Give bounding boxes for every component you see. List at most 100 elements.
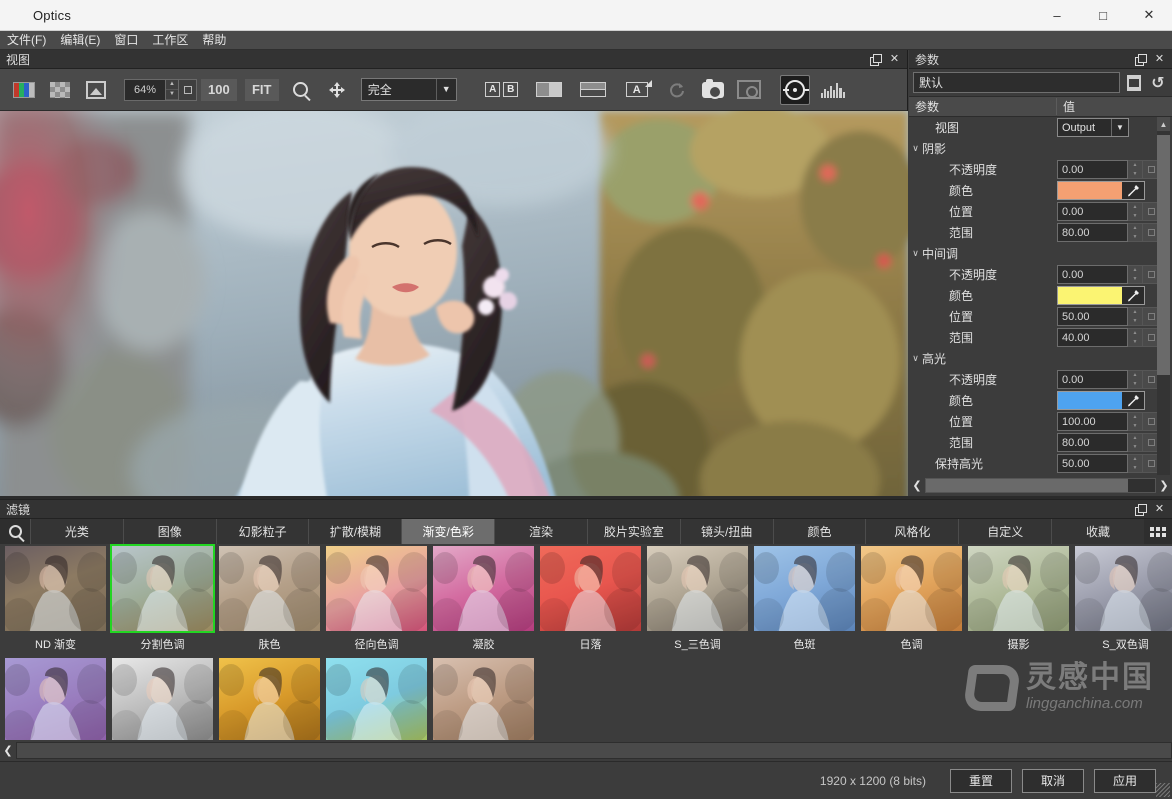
filter-tab[interactable]: 渲染: [494, 519, 587, 544]
param-row[interactable]: 范围 80.00 ▲ ▼: [909, 222, 1172, 243]
filter-thumbnail[interactable]: 色斑: [752, 544, 857, 654]
filter-thumbnail-image[interactable]: [859, 544, 964, 633]
zoom-100-button[interactable]: 100: [201, 78, 237, 101]
filter-tab[interactable]: 图像: [122, 519, 216, 544]
param-number-value[interactable]: 100.00: [1057, 412, 1128, 431]
pan-icon[interactable]: [322, 75, 352, 105]
search-icon[interactable]: [0, 519, 30, 544]
color-swatch[interactable]: [1058, 182, 1122, 199]
filter-thumbnail[interactable]: S_三色调: [645, 544, 750, 654]
filter-thumbnail[interactable]: 分割色调: [110, 544, 215, 654]
filter-thumbnail[interactable]: 肤色: [217, 544, 322, 654]
param-row[interactable]: 范围 40.00 ▲ ▼: [909, 327, 1172, 348]
params-vertical-scrollbar[interactable]: ▲ ▼: [1157, 117, 1170, 493]
param-row[interactable]: ∨ 中间调: [909, 243, 1172, 264]
filter-thumbnail[interactable]: [3, 656, 108, 745]
number-field[interactable]: 0.00 ▲ ▼: [1057, 160, 1160, 179]
param-row[interactable]: 不透明度 0.00 ▲ ▼: [909, 159, 1172, 180]
param-row[interactable]: 位置 100.00 ▲ ▼: [909, 411, 1172, 432]
filter-thumbnail[interactable]: ND 渐变: [3, 544, 108, 654]
param-row[interactable]: ∨ 高光: [909, 348, 1172, 369]
param-row[interactable]: 视图 Output ▼: [909, 117, 1172, 138]
eyedropper-icon[interactable]: [1122, 182, 1144, 199]
scroll-right-icon[interactable]: ❯: [1156, 476, 1172, 495]
hscroll-track[interactable]: [925, 478, 1156, 493]
filter-thumbnail[interactable]: [217, 656, 322, 745]
param-number-value[interactable]: 0.00: [1057, 202, 1128, 221]
viewer-close-icon[interactable]: ✕: [888, 53, 901, 66]
filter-tab[interactable]: 颜色: [772, 519, 866, 544]
param-number-value[interactable]: 80.00: [1057, 433, 1128, 452]
number-stepper[interactable]: ▲ ▼: [1128, 412, 1143, 431]
filters-scroll-left-icon[interactable]: ❮: [0, 741, 16, 759]
number-field[interactable]: 80.00 ▲ ▼: [1057, 223, 1160, 242]
param-row[interactable]: ∨ 阴影: [909, 138, 1172, 159]
chevron-down-icon[interactable]: ∨: [909, 143, 922, 154]
number-field[interactable]: 50.00 ▲ ▼: [1057, 307, 1160, 326]
params-close-icon[interactable]: ✕: [1153, 53, 1166, 66]
split-horizontal-icon[interactable]: [574, 75, 612, 105]
chevron-down-icon[interactable]: ∨: [909, 248, 922, 259]
number-stepper[interactable]: ▲ ▼: [1128, 160, 1143, 179]
zoom-stepper[interactable]: ▲ ▼: [165, 79, 178, 100]
cancel-button[interactable]: 取消: [1022, 768, 1084, 793]
param-row[interactable]: 范围 80.00 ▲ ▼: [909, 432, 1172, 453]
filters-horizontal-scrollbar[interactable]: ❮: [0, 740, 1172, 760]
number-stepper[interactable]: ▲ ▼: [1128, 454, 1143, 473]
target-icon[interactable]: [779, 74, 810, 105]
number-field[interactable]: 0.00 ▲ ▼: [1057, 265, 1160, 284]
filter-thumbnail-image[interactable]: [538, 544, 643, 633]
param-row[interactable]: 保持高光 50.00 ▲ ▼: [909, 453, 1172, 474]
filters-hscroll-track[interactable]: [16, 741, 1172, 759]
number-stepper[interactable]: ▲ ▼: [1128, 328, 1143, 347]
fit-mode-select[interactable]: 完全 ▼: [360, 78, 457, 101]
filter-tab[interactable]: 渐变/色彩: [401, 519, 495, 544]
close-button[interactable]: ✕: [1126, 0, 1172, 31]
zoom-field[interactable]: 64% ▲ ▼: [124, 78, 197, 101]
split-vertical-icon[interactable]: [530, 75, 568, 105]
filter-tab[interactable]: 幻影粒子: [215, 519, 309, 544]
number-field[interactable]: 50.00 ▲ ▼: [1057, 454, 1160, 473]
chevron-down-icon[interactable]: ∨: [909, 353, 922, 364]
number-stepper[interactable]: ▲ ▼: [1128, 223, 1143, 242]
eyedropper-icon[interactable]: [1122, 392, 1144, 409]
filter-thumbnail-image[interactable]: [752, 544, 857, 633]
menu-help[interactable]: 帮助: [195, 31, 233, 50]
number-stepper[interactable]: ▲ ▼: [1128, 433, 1143, 452]
filter-thumbnail-image[interactable]: [217, 544, 322, 633]
filter-tab[interactable]: 扩散/模糊: [308, 519, 402, 544]
reset-preset-icon[interactable]: ↺: [1148, 73, 1168, 93]
filter-thumbnail-image[interactable]: [1073, 544, 1172, 633]
eyedropper-icon[interactable]: [1122, 287, 1144, 304]
histogram-icon[interactable]: [816, 75, 850, 105]
param-select[interactable]: Output ▼: [1057, 118, 1129, 137]
param-row[interactable]: 不透明度 0.00 ▲ ▼: [909, 369, 1172, 390]
filter-tab[interactable]: 光类: [30, 519, 123, 544]
param-row[interactable]: 位置 50.00 ▲ ▼: [909, 306, 1172, 327]
camera-icon[interactable]: [698, 75, 728, 105]
param-number-value[interactable]: 0.00: [1057, 265, 1128, 284]
color-field[interactable]: [1057, 181, 1145, 200]
zoom-fit-button[interactable]: FIT: [244, 78, 279, 101]
param-row[interactable]: 位置 0.00 ▲ ▼: [909, 201, 1172, 222]
color-field[interactable]: [1057, 391, 1145, 410]
viewer-float-icon[interactable]: [869, 53, 882, 66]
reset-button[interactable]: 重置: [950, 768, 1012, 793]
filter-thumbnail-image[interactable]: [645, 544, 750, 633]
param-row[interactable]: 颜色: [909, 390, 1172, 411]
filter-tab[interactable]: 镜头/扭曲: [679, 519, 773, 544]
menu-file[interactable]: 文件(F): [0, 31, 53, 50]
number-stepper[interactable]: ▲ ▼: [1128, 202, 1143, 221]
filters-float-icon[interactable]: [1134, 503, 1147, 516]
checkerboard-icon[interactable]: [45, 75, 75, 105]
minimize-button[interactable]: –: [1034, 0, 1080, 31]
number-stepper[interactable]: ▲ ▼: [1128, 265, 1143, 284]
param-row[interactable]: 不透明度 0.00 ▲ ▼: [909, 264, 1172, 285]
filter-thumbnail[interactable]: [324, 656, 429, 745]
param-number-value[interactable]: 0.00: [1057, 160, 1128, 179]
menu-window[interactable]: 窗口: [107, 31, 145, 50]
number-field[interactable]: 100.00 ▲ ▼: [1057, 412, 1160, 431]
filter-thumbnail[interactable]: 摄影: [966, 544, 1071, 654]
color-swatch[interactable]: [1058, 392, 1122, 409]
apply-button[interactable]: 应用: [1094, 768, 1156, 793]
